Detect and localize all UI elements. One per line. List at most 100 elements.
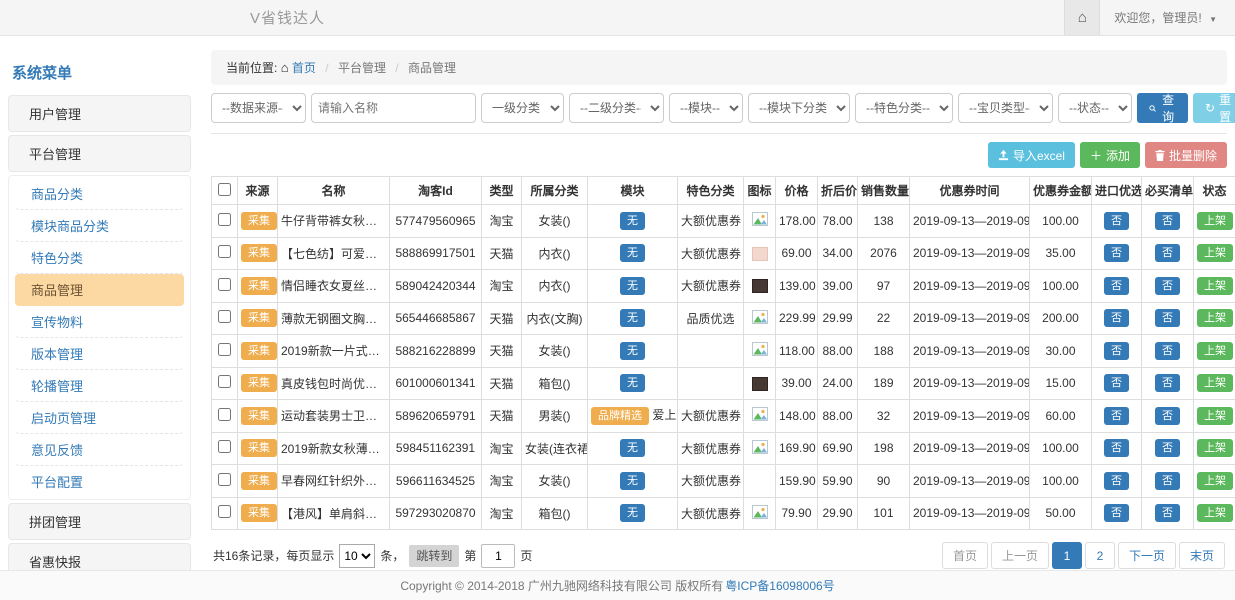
must-buy-toggle[interactable]: 否 xyxy=(1155,504,1180,522)
must-buy-toggle[interactable]: 否 xyxy=(1155,439,1180,457)
sidebar-subitem-goods-mgmt[interactable]: 商品管理 xyxy=(15,274,184,306)
taoke-id: 588869917501 xyxy=(390,237,482,270)
sidebar-item-group-buy-mgmt[interactable]: 拼团管理 xyxy=(8,503,191,540)
filter-first-category-select[interactable]: 一级分类 xyxy=(481,93,564,123)
add-button[interactable]: ＋ 添加 xyxy=(1080,142,1140,168)
status-toggle[interactable]: 上架 xyxy=(1197,342,1233,360)
filter-name-input[interactable] xyxy=(311,93,476,123)
filter-module-select[interactable]: --模块-- xyxy=(669,93,743,123)
home-icon: ⌂ xyxy=(1078,9,1087,26)
must-buy-cell: 否 xyxy=(1142,400,1194,433)
status-toggle[interactable]: 上架 xyxy=(1197,407,1233,425)
status-toggle[interactable]: 上架 xyxy=(1197,504,1233,522)
page-button-prev[interactable]: 上一页 xyxy=(991,542,1049,569)
discount-price: 34.00 xyxy=(818,237,858,270)
page-button-last[interactable]: 末页 xyxy=(1179,542,1225,569)
must-buy-toggle[interactable]: 否 xyxy=(1155,212,1180,230)
discount-price: 29.99 xyxy=(818,302,858,335)
breadcrumb-prefix: 当前位置: xyxy=(226,61,277,75)
must-buy-toggle[interactable]: 否 xyxy=(1155,309,1180,327)
row-checkbox[interactable] xyxy=(218,440,231,453)
import-select-toggle[interactable]: 否 xyxy=(1104,342,1129,360)
row-checkbox-cell xyxy=(212,367,238,400)
status-toggle[interactable]: 上架 xyxy=(1197,374,1233,392)
import-select-toggle[interactable]: 否 xyxy=(1104,407,1129,425)
select-all-checkbox[interactable] xyxy=(218,183,231,196)
page-button-page-1[interactable]: 1 xyxy=(1052,542,1082,569)
row-checkbox[interactable] xyxy=(218,343,231,356)
import-select-toggle[interactable]: 否 xyxy=(1104,472,1129,490)
sidebar-subitem-version-mgmt[interactable]: 版本管理 xyxy=(15,338,184,370)
sidebar-subitem-splash-page-mgmt[interactable]: 启动页管理 xyxy=(15,402,184,434)
sidebar-subitem-platform-config[interactable]: 平台配置 xyxy=(15,466,184,497)
filter-module-subcategory-select[interactable]: --模块下分类-- xyxy=(748,93,850,123)
filter-data-source-select[interactable]: --数据来源-- xyxy=(211,93,306,123)
filter-item-type-select[interactable]: --宝贝类型-- xyxy=(958,93,1053,123)
icp-link[interactable]: 粤ICP备16098006号 xyxy=(725,577,834,594)
import-excel-button[interactable]: 导入excel xyxy=(988,142,1075,168)
must-buy-toggle[interactable]: 否 xyxy=(1155,472,1180,490)
sidebar-subitem-feedback[interactable]: 意见反馈 xyxy=(15,434,184,466)
coupon-amount: 50.00 xyxy=(1030,497,1092,530)
filter-feature-category-select[interactable]: --特色分类-- xyxy=(855,93,953,123)
row-checkbox[interactable] xyxy=(218,375,231,388)
must-buy-cell: 否 xyxy=(1142,205,1194,238)
status-toggle[interactable]: 上架 xyxy=(1197,212,1233,230)
status-toggle[interactable]: 上架 xyxy=(1197,472,1233,490)
row-checkbox[interactable] xyxy=(218,245,231,258)
must-buy-toggle[interactable]: 否 xyxy=(1155,407,1180,425)
page-number-input[interactable] xyxy=(481,544,515,568)
status-toggle[interactable]: 上架 xyxy=(1197,309,1233,327)
sidebar-item-user-mgmt[interactable]: 用户管理 xyxy=(8,95,191,132)
import-select-toggle[interactable]: 否 xyxy=(1104,309,1129,327)
sidebar-subitem-goods-category[interactable]: 商品分类 xyxy=(15,178,184,210)
page-button-next[interactable]: 下一页 xyxy=(1118,542,1176,569)
product-type: 天猫 xyxy=(482,302,522,335)
query-button[interactable]: 查询 xyxy=(1137,93,1188,123)
must-buy-toggle[interactable]: 否 xyxy=(1155,277,1180,295)
sidebar-subitem-promo-material[interactable]: 宣传物料 xyxy=(15,306,184,338)
sidebar-subitem-module-goods-category[interactable]: 模块商品分类 xyxy=(15,210,184,242)
coupon-amount: 35.00 xyxy=(1030,237,1092,270)
row-checkbox[interactable] xyxy=(218,310,231,323)
status-toggle[interactable]: 上架 xyxy=(1197,439,1233,457)
status-toggle[interactable]: 上架 xyxy=(1197,244,1233,262)
price: 159.90 xyxy=(776,465,818,498)
import-select-toggle[interactable]: 否 xyxy=(1104,439,1129,457)
row-checkbox[interactable] xyxy=(218,473,231,486)
status-cell: 上架 xyxy=(1194,205,1235,238)
import-select-toggle[interactable]: 否 xyxy=(1104,244,1129,262)
row-checkbox[interactable] xyxy=(218,408,231,421)
breadcrumb-home-link[interactable]: ⌂ 首页 xyxy=(281,61,320,75)
import-select-toggle[interactable]: 否 xyxy=(1104,212,1129,230)
row-checkbox[interactable] xyxy=(218,278,231,291)
app-title: V省钱达人 xyxy=(250,7,325,28)
sidebar-item-saving-news[interactable]: 省惠快报 xyxy=(8,543,191,570)
page-button-first[interactable]: 首页 xyxy=(942,542,988,569)
status-toggle[interactable]: 上架 xyxy=(1197,277,1233,295)
import-select-toggle[interactable]: 否 xyxy=(1104,504,1129,522)
page-button-page-2[interactable]: 2 xyxy=(1085,542,1115,569)
per-page-select[interactable]: 10 xyxy=(339,544,375,568)
must-buy-toggle[interactable]: 否 xyxy=(1155,374,1180,392)
user-menu[interactable]: 欢迎您，管理员! ▼ xyxy=(1100,9,1235,26)
must-buy-toggle[interactable]: 否 xyxy=(1155,342,1180,360)
import-select-toggle[interactable]: 否 xyxy=(1104,277,1129,295)
home-button[interactable]: ⌂ xyxy=(1064,0,1100,35)
pagination-bar: 共16条记录，每页显示 10 条， 跳转到 第 页 首页上一页12下一页末页 xyxy=(213,542,1225,569)
reset-button[interactable]: ↻重置 xyxy=(1193,93,1235,123)
jump-button[interactable]: 跳转到 xyxy=(409,545,459,567)
import-select-toggle[interactable]: 否 xyxy=(1104,374,1129,392)
row-checkbox[interactable] xyxy=(218,505,231,518)
filter-status-select[interactable]: --状态-- xyxy=(1058,93,1132,123)
batch-delete-button[interactable]: 批量删除 xyxy=(1145,142,1227,168)
row-checkbox[interactable] xyxy=(218,213,231,226)
filter-second-category-select[interactable]: --二级分类-- xyxy=(569,93,664,123)
sidebar-subitem-carousel-mgmt[interactable]: 轮播管理 xyxy=(15,370,184,402)
sidebar-item-platform-mgmt[interactable]: 平台管理 xyxy=(8,135,191,172)
sidebar-subitem-feature-category[interactable]: 特色分类 xyxy=(15,242,184,274)
status-cell: 上架 xyxy=(1194,270,1235,303)
module-badge: 无 xyxy=(620,212,645,230)
must-buy-toggle[interactable]: 否 xyxy=(1155,244,1180,262)
module-cell: 无 xyxy=(588,432,678,465)
